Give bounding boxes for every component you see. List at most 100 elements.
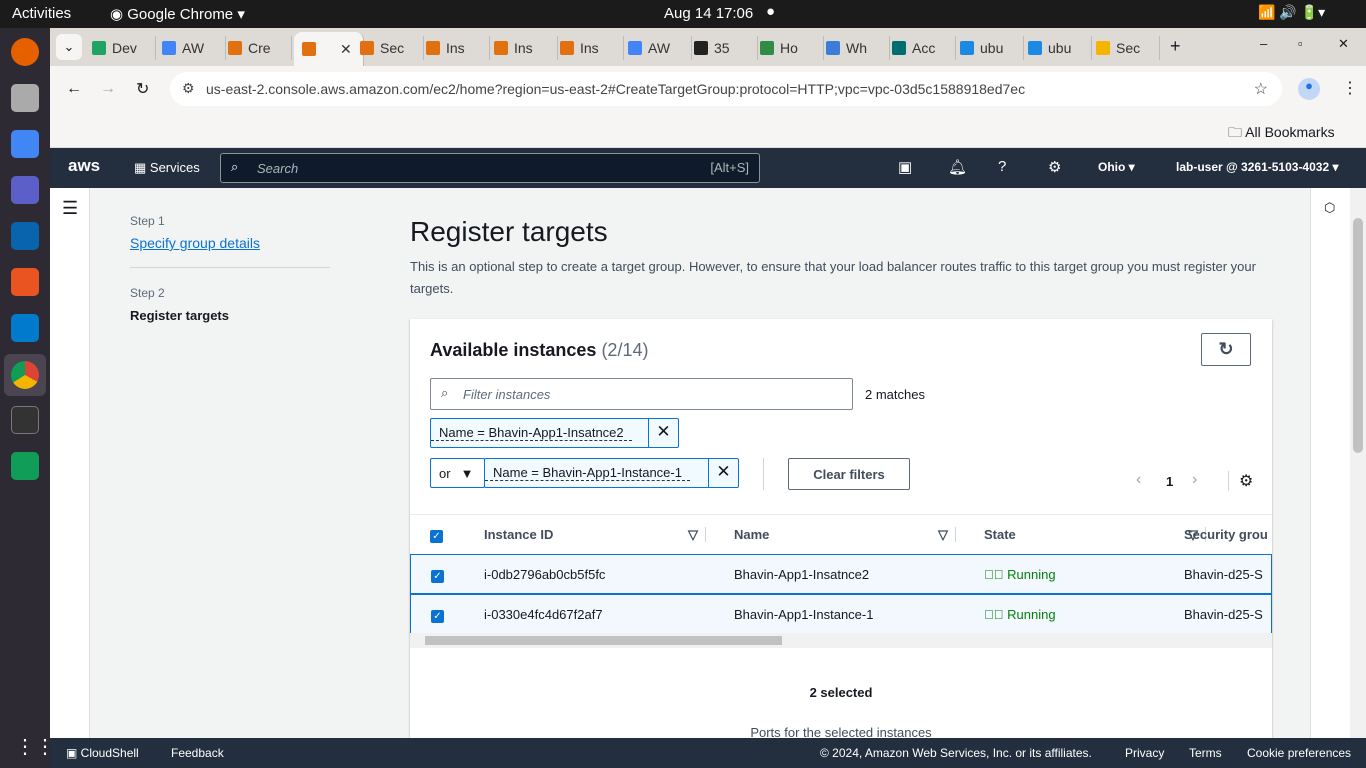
tab[interactable]: Cre	[228, 36, 292, 60]
vscode-icon[interactable]	[11, 314, 39, 342]
tab[interactable]: Ho	[760, 36, 824, 60]
minimize-button[interactable]: –	[1260, 36, 1267, 51]
forward-button[interactable]: →	[100, 80, 116, 98]
tab-title: Sec	[380, 40, 405, 56]
tab[interactable]: Acc	[892, 36, 956, 60]
filter-instances-input[interactable]: ⌕ Filter instances	[430, 378, 853, 410]
page-scrollbar[interactable]	[1350, 188, 1366, 738]
refresh-button[interactable]: ↻	[1201, 333, 1251, 366]
tab[interactable]: Ins	[494, 36, 558, 60]
firefox-icon[interactable]	[11, 38, 39, 66]
region-selector[interactable]: Ohio ▾	[1098, 160, 1135, 174]
docs-icon[interactable]	[11, 130, 39, 158]
chrome-menu-icon[interactable]: ⋮	[1342, 78, 1358, 98]
page-number[interactable]: 1	[1166, 474, 1173, 489]
tab[interactable]: ubu	[1028, 36, 1092, 60]
help-icon[interactable]: ?	[998, 158, 1006, 175]
tab-favicon-icon	[628, 41, 642, 55]
remove-token-2-icon[interactable]: ✕	[708, 458, 738, 488]
maximize-button[interactable]: ▫	[1298, 36, 1303, 51]
tab[interactable]: AW	[162, 36, 226, 60]
new-tab-button[interactable]: +	[1170, 36, 1181, 57]
all-bookmarks[interactable]: 🗀 All Bookmarks	[1228, 122, 1335, 146]
info-panel-icon[interactable]: ⬡	[1324, 200, 1335, 216]
horizontal-scrollbar[interactable]	[410, 633, 1272, 648]
filter-token-1[interactable]: Name = Bhavin-App1-Insatnce2 ✕	[430, 418, 679, 448]
row-checkbox[interactable]: ✓	[431, 607, 444, 623]
table-row[interactable]: ✓ i-0330e4fc4d67f2af7 Bhavin-App1-Instan…	[410, 594, 1272, 634]
filter-token-2[interactable]: Name = Bhavin-App1-Instance-1 ✕	[484, 458, 739, 488]
aws-logo[interactable]: aws	[68, 156, 100, 176]
show-apps-icon[interactable]: ⋮⋮	[15, 734, 55, 759]
teams-icon[interactable]	[11, 176, 39, 204]
column-header[interactable]: Instance ID ▽	[484, 527, 707, 542]
bookmark-star-icon[interactable]: ☆	[1254, 79, 1268, 99]
table-preferences-icon[interactable]: ⚙	[1228, 471, 1253, 491]
app-menu[interactable]: ◉ Google Chrome ▾	[110, 5, 245, 23]
clock[interactable]: Aug 14 17:06	[664, 5, 753, 22]
tab-search-button[interactable]: ⌄	[56, 34, 82, 60]
services-label: Services	[149, 160, 200, 175]
tab-active[interactable]: ✕	[294, 32, 364, 66]
tab-favicon-icon	[494, 41, 508, 55]
hamburger-menu-icon[interactable]: ☰	[62, 198, 78, 219]
app-center-icon[interactable]	[11, 268, 39, 296]
cloudshell-icon[interactable]: ▣	[898, 158, 912, 176]
clear-filters-button[interactable]: Clear filters	[788, 458, 910, 490]
tab[interactable]: 35	[694, 36, 758, 60]
sort-caret-icon[interactable]: ▽	[688, 527, 707, 543]
privacy-link[interactable]: Privacy	[1125, 746, 1164, 760]
profile-avatar[interactable]: ●	[1298, 78, 1320, 100]
back-button[interactable]: ←	[66, 80, 82, 98]
tab[interactable]: Sec	[360, 36, 424, 60]
table-row[interactable]: ✓ i-0db2796ab0cb5f5fc Bhavin-App1-Insatn…	[410, 554, 1272, 594]
reload-button[interactable]: ↻	[136, 79, 149, 99]
instance-state: ✓⃝ Running	[984, 607, 1056, 622]
column-header[interactable]: State ▽	[984, 527, 1207, 542]
terms-link[interactable]: Terms	[1189, 746, 1222, 760]
settings-gear-icon[interactable]: ⚙	[1048, 158, 1061, 176]
horizontal-scrollbar-thumb[interactable]	[425, 636, 782, 645]
next-page-icon[interactable]: ›	[1192, 471, 1197, 489]
close-tab-icon[interactable]: ✕	[340, 41, 352, 58]
sort-caret-icon[interactable]: ▽	[938, 527, 957, 543]
files-icon[interactable]	[11, 84, 39, 112]
cloudshell-link[interactable]: ▣ CloudShell	[66, 746, 139, 760]
column-header[interactable]: Security grou	[1184, 527, 1268, 542]
tab-favicon-icon	[760, 41, 774, 55]
step-specify-group-details[interactable]: Specify group details	[130, 235, 330, 251]
prev-page-icon[interactable]: ‹	[1136, 471, 1141, 489]
tab[interactable]: Dev	[92, 36, 156, 60]
close-window-button[interactable]: ✕	[1338, 36, 1349, 52]
tab[interactable]: Sec	[1096, 36, 1160, 60]
outlook-icon[interactable]	[11, 222, 39, 250]
row-checkbox[interactable]: ✓	[431, 567, 444, 583]
column-header[interactable]: Name ▽	[734, 527, 957, 542]
cookie-preferences-link[interactable]: Cookie preferences	[1247, 746, 1351, 760]
scrollbar-thumb[interactable]	[1353, 218, 1363, 453]
terminal-icon[interactable]	[11, 406, 39, 434]
tab[interactable]: Ins	[426, 36, 490, 60]
remove-token-1-icon[interactable]: ✕	[648, 418, 678, 448]
all-bookmarks-label: All Bookmarks	[1245, 124, 1335, 140]
account-menu[interactable]: lab-user @ 3261-5103-4032 ▾	[1176, 160, 1339, 174]
system-tray-icons[interactable]: 📶 🔊 🔋▾	[1258, 4, 1325, 21]
site-info-icon[interactable]: ⚙	[182, 80, 195, 97]
tab[interactable]: AW	[628, 36, 692, 60]
operator-select[interactable]: or ▼	[430, 458, 485, 488]
column-header-label: Instance ID	[484, 527, 554, 542]
activities-button[interactable]: Activities	[12, 5, 71, 22]
notifications-bell-icon[interactable]: 🔔︎	[948, 158, 967, 176]
tab[interactable]: Wh	[826, 36, 890, 60]
tab[interactable]: Ins	[560, 36, 624, 60]
select-all-checkbox[interactable]: ✓	[430, 527, 443, 543]
feedback-link[interactable]: Feedback	[171, 746, 224, 760]
services-menu[interactable]: ▦ Services	[134, 160, 200, 176]
aws-search-input[interactable]: ⌕ Search [Alt+S]	[220, 153, 760, 183]
url-bar[interactable]: ⚙ us-east-2.console.aws.amazon.com/ec2/ho…	[170, 72, 1282, 106]
tab-favicon-icon	[694, 41, 708, 55]
sheets-icon[interactable]	[11, 452, 39, 480]
bookmarks-bar: 🗀 All Bookmarks	[50, 112, 1366, 148]
chrome-dock-active[interactable]	[4, 354, 46, 396]
tab[interactable]: ubu	[960, 36, 1024, 60]
